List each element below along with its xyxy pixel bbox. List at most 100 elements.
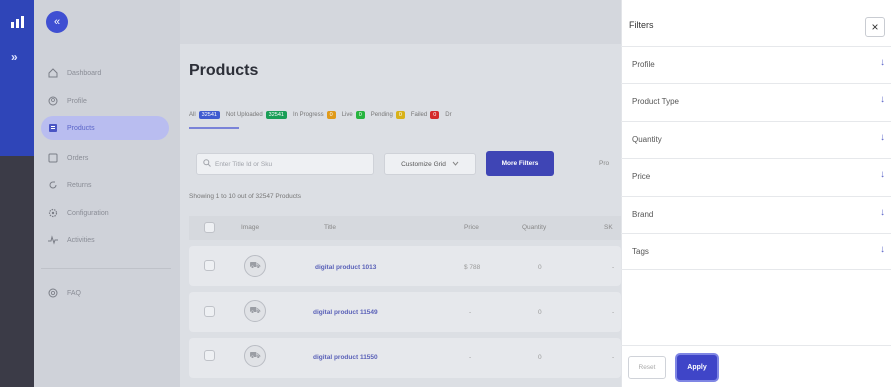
- product-price: $ 788: [464, 264, 481, 271]
- products-icon: [47, 122, 59, 134]
- sidebar-item-label: Orders: [67, 154, 89, 162]
- product-quantity: 0: [538, 309, 542, 316]
- active-tab-indicator: [189, 127, 239, 129]
- tab-live[interactable]: Live 0: [342, 111, 365, 119]
- sidebar-item-configuration[interactable]: Configuration: [41, 201, 169, 225]
- column-header-title: Title: [324, 224, 337, 231]
- status-tabs: All 32541 Not Uploaded 32541 In Progress…: [189, 108, 458, 122]
- row-checkbox[interactable]: [204, 350, 215, 361]
- brand-logo-icon[interactable]: [9, 14, 25, 30]
- filter-profile[interactable]: Profile ↓: [621, 46, 891, 83]
- sidebar-item-activities[interactable]: Activities: [41, 228, 169, 252]
- count-badge: 0: [355, 111, 365, 119]
- arrow-down-icon: ↓: [880, 132, 885, 143]
- customize-grid-select[interactable]: Customize Grid: [384, 153, 476, 175]
- page-title: Products: [189, 62, 259, 79]
- gear-icon: [47, 207, 59, 219]
- sidebar-item-label: Configuration: [67, 209, 109, 217]
- tab-label: Failed: [410, 112, 428, 118]
- collapse-sidebar-button[interactable]: «: [46, 11, 68, 33]
- expand-rail-icon[interactable]: »: [11, 50, 18, 64]
- column-header-quantity: Quantity: [522, 224, 547, 231]
- filter-label: Profile: [632, 60, 655, 69]
- search-input[interactable]: Enter Title Id or Sku: [196, 153, 374, 175]
- select-all-checkbox[interactable]: [204, 222, 215, 233]
- count-badge: 0: [430, 111, 440, 119]
- home-icon: [47, 67, 59, 79]
- search-placeholder: Enter Title Id or Sku: [215, 160, 273, 168]
- reset-button[interactable]: Reset: [628, 356, 666, 379]
- results-count: Showing 1 to 10 out of 32547 Products: [189, 193, 302, 200]
- product-image-placeholder-icon: ⛟: [244, 345, 266, 367]
- activity-icon: [47, 234, 59, 246]
- sidebar-divider: [41, 268, 171, 269]
- sidebar-item-profile[interactable]: Profile: [41, 89, 169, 113]
- sidebar-item-dashboard[interactable]: Dashboard: [41, 61, 169, 85]
- sidebar-item-label: Dashboard: [67, 69, 102, 77]
- search-icon: [203, 159, 211, 169]
- product-title-link[interactable]: digital product 11550: [313, 354, 378, 361]
- column-header-price: Price: [464, 224, 479, 231]
- filter-label: Product Type: [632, 97, 679, 106]
- product-title-link[interactable]: digital product 1013: [315, 264, 376, 271]
- tab-all[interactable]: All 32541: [189, 111, 220, 119]
- filter-tags[interactable]: Tags ↓: [621, 233, 891, 270]
- arrow-down-icon: ↓: [880, 207, 885, 218]
- tab-in-progress[interactable]: In Progress 0: [293, 111, 336, 119]
- filter-product-type[interactable]: Product Type ↓: [621, 83, 891, 120]
- sidebar-item-faq[interactable]: FAQ: [41, 281, 169, 305]
- arrow-down-icon: ↓: [880, 244, 885, 255]
- row-checkbox[interactable]: [204, 260, 215, 271]
- tab-label: In Progress: [292, 112, 324, 118]
- tab-draft[interactable]: Dr: [445, 112, 451, 118]
- product-title-link[interactable]: digital product 11549: [313, 309, 378, 316]
- product-sku: -: [612, 354, 615, 361]
- tab-label: All: [189, 112, 196, 118]
- count-badge: 32541: [198, 111, 220, 119]
- returns-icon: [47, 179, 59, 191]
- filter-label: Quantity: [632, 135, 662, 144]
- sidebar-item-label: Products: [67, 124, 95, 132]
- tab-label: Live: [341, 112, 353, 118]
- tab-label: Not Uploaded: [225, 112, 263, 118]
- panel-footer-divider: [621, 345, 891, 346]
- tab-failed[interactable]: Failed 0: [410, 111, 440, 119]
- orders-icon: [47, 152, 59, 164]
- product-price: -: [469, 309, 472, 316]
- product-sku: -: [612, 309, 615, 316]
- count-badge: 0: [326, 111, 336, 119]
- filter-label: Price: [632, 172, 651, 181]
- truncated-label: Pro: [599, 160, 610, 167]
- chevron-down-icon: [452, 161, 459, 168]
- arrow-down-icon: ↓: [880, 94, 885, 105]
- product-image-placeholder-icon: ⛟: [244, 255, 266, 277]
- product-sku: -: [612, 264, 615, 271]
- filter-brand[interactable]: Brand ↓: [621, 196, 891, 233]
- sidebar-item-returns[interactable]: Returns: [41, 173, 169, 197]
- filter-label: Brand: [632, 210, 654, 219]
- filters-title: Filters: [629, 20, 654, 30]
- product-quantity: 0: [538, 354, 542, 361]
- sidebar-item-label: Activities: [67, 236, 95, 244]
- product-image-placeholder-icon: ⛟: [244, 300, 266, 322]
- filter-quantity[interactable]: Quantity ↓: [621, 121, 891, 158]
- sidebar-item-orders[interactable]: Orders: [41, 146, 169, 170]
- column-header-sku: SK: [604, 224, 613, 231]
- top-bar: [180, 0, 621, 44]
- faq-icon: [47, 287, 59, 299]
- column-header-image: Image: [241, 224, 260, 231]
- more-filters-button[interactable]: More Filters: [486, 151, 554, 176]
- sidebar-item-label: FAQ: [67, 289, 82, 297]
- apply-button[interactable]: Apply: [677, 355, 717, 380]
- close-icon[interactable]: ×: [865, 17, 885, 37]
- sidebar-item-label: Returns: [67, 181, 92, 189]
- arrow-down-icon: ↓: [880, 57, 885, 68]
- tab-pending[interactable]: Pending 0: [371, 111, 405, 119]
- count-badge: 0: [395, 111, 405, 119]
- filter-price[interactable]: Price ↓: [621, 158, 891, 195]
- tab-label: Dr: [445, 112, 452, 118]
- tab-not-uploaded[interactable]: Not Uploaded 32541: [226, 111, 287, 119]
- arrow-down-icon: ↓: [880, 169, 885, 180]
- sidebar-item-products[interactable]: Products: [41, 116, 169, 140]
- row-checkbox[interactable]: [204, 306, 215, 317]
